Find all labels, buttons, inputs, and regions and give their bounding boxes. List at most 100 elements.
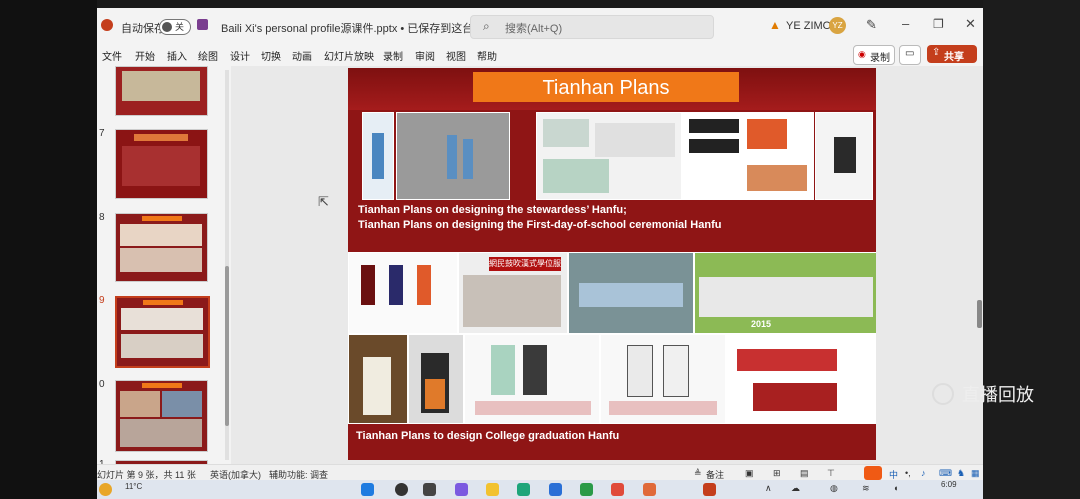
folder-icon[interactable] [486, 483, 499, 496]
slide-number: 8 [99, 212, 105, 223]
notes-icon: ≜ [694, 468, 702, 478]
share-label: 共享 [944, 52, 964, 63]
slide-sorter-icon[interactable]: ⊞ [773, 468, 781, 479]
tray-volume-icon[interactable]: ◖ [893, 483, 898, 493]
browser-icon[interactable] [580, 483, 593, 496]
newspaper-clipping: 網民鼓吹漢式學位服 [458, 252, 568, 334]
chrome-icon[interactable] [611, 483, 624, 496]
slide-thumbnail[interactable] [115, 380, 208, 452]
normal-view-icon[interactable]: ▣ [745, 468, 754, 479]
caption-stewardess: Tianhan Plans on designing the stewardes… [358, 204, 627, 216]
garment-shape [747, 165, 807, 191]
record-icon: ◉ [858, 49, 866, 59]
tab-design[interactable]: 设计 [230, 48, 250, 63]
microphone-icon[interactable]: ♪ [921, 468, 926, 478]
thumbnail-image [120, 419, 202, 447]
figure-shape [491, 345, 515, 395]
slide-editor: ⇱ Tianhan Plans Tianhan Plans on designi… [231, 66, 983, 464]
powerpoint-taskbar-icon[interactable] [703, 483, 716, 496]
slide-thumbnail[interactable] [115, 129, 208, 199]
reading-view-icon[interactable]: ▤ [800, 468, 809, 479]
search-icon: ⌕ [483, 19, 490, 33]
search-box[interactable]: ⌕ 搜索(Alt+Q) [470, 15, 714, 39]
comment-button[interactable]: ▭ [899, 45, 921, 65]
figure-shape [463, 139, 473, 179]
vertical-scrollbar-handle[interactable] [977, 300, 982, 328]
thumbnail-title [143, 300, 183, 305]
figure-shape [543, 119, 589, 147]
share-button[interactable]: ⇪ 共享 [927, 45, 977, 63]
store-icon[interactable] [549, 483, 562, 496]
file-title[interactable]: Baili Xi's personal profile源课件.pptx • 已保… [221, 20, 495, 36]
scrollbar-handle[interactable] [225, 266, 229, 426]
figure-shape [523, 345, 547, 395]
ribbon-tabs: 文件 开始 插入 绘图 设计 切换 动画 幻灯片放映 录制 审阅 视图 帮助 ◉… [97, 44, 983, 66]
ceremony-hall-photo [568, 252, 694, 334]
shirt-icon[interactable]: ♞ [957, 468, 965, 479]
hanfu-model-photo-2 [408, 334, 464, 424]
close-icon[interactable]: ✕ [965, 16, 976, 32]
tab-help[interactable]: 帮助 [477, 48, 497, 63]
weather-icon[interactable] [99, 483, 112, 496]
crowd-shape [699, 277, 873, 317]
thumbnail-image [120, 248, 202, 272]
avatar[interactable]: YZ [829, 17, 846, 34]
figure-shape [361, 265, 375, 305]
slide-thumbnail-selected[interactable] [115, 296, 210, 368]
group-photo-2015: 2015 [694, 252, 876, 334]
tab-view[interactable]: 视图 [446, 48, 466, 63]
title-bar: 自动保存 关 Baili Xi's personal profile源课件.pp… [97, 8, 983, 44]
tab-review[interactable]: 审阅 [415, 48, 435, 63]
user-name[interactable]: YE ZIMO [786, 20, 831, 32]
search-taskbar-icon[interactable] [395, 483, 408, 496]
device-frame-right [983, 0, 1080, 499]
keyboard-icon[interactable]: ⌨ [939, 468, 952, 479]
thumbnail-image [120, 391, 160, 417]
pen-icon[interactable]: ✎ [866, 17, 877, 33]
mouse-cursor-icon: ⇱ [318, 194, 329, 209]
app-icon[interactable] [643, 483, 656, 496]
save-icon[interactable] [197, 19, 208, 30]
tab-file[interactable]: 文件 [102, 48, 122, 63]
thumbnail-scrollbar[interactable] [225, 70, 229, 460]
current-slide[interactable]: Tianhan Plans Tianhan Plans on designing… [348, 68, 876, 460]
tab-transitions[interactable]: 切换 [261, 48, 281, 63]
record-button[interactable]: ◉ 录制 [853, 45, 895, 65]
figure-shape [363, 357, 391, 415]
chat-app-icon[interactable] [455, 483, 468, 496]
thumbnail-image [120, 224, 202, 246]
grid-icon[interactable]: ▦ [971, 468, 980, 479]
tray-chevron-icon[interactable]: ∧ [765, 483, 772, 494]
tab-insert[interactable]: 插入 [167, 48, 187, 63]
minimize-icon[interactable]: – [902, 16, 909, 31]
tab-animations[interactable]: 动画 [292, 48, 312, 63]
swatch-row [475, 401, 591, 415]
swatch-row [609, 401, 717, 415]
thumbnail-title [134, 134, 188, 141]
slide-thumbnail[interactable] [115, 66, 208, 116]
ime-punct-icon[interactable]: •, [905, 468, 911, 478]
slide-thumbnail[interactable] [115, 213, 208, 282]
tab-slideshow[interactable]: 幻灯片放映 [324, 48, 374, 63]
newspaper-body [463, 275, 561, 327]
tab-record[interactable]: 录制 [383, 48, 403, 63]
year-label: 2015 [751, 319, 772, 329]
tab-draw[interactable]: 绘图 [198, 48, 218, 63]
newspaper-headline-text: 網民鼓吹漢式學位服 [489, 259, 561, 268]
tray-wifi-icon[interactable]: ≋ [862, 483, 870, 494]
tray-cloud-icon[interactable]: ☁ [791, 483, 800, 494]
tab-home[interactable]: 开始 [135, 48, 155, 63]
presenter-icon[interactable]: ⊤ [827, 468, 835, 479]
clock[interactable]: 6:09 [941, 480, 957, 489]
slide-title-box: Tianhan Plans [473, 72, 739, 102]
taskview-icon[interactable] [423, 483, 436, 496]
tray-network-icon[interactable]: ◍ [830, 483, 838, 494]
graduation-design-chart-1 [464, 334, 600, 424]
edge-icon[interactable] [517, 483, 530, 496]
warning-icon[interactable]: ▲ [769, 18, 781, 32]
autosave-toggle[interactable]: 关 [159, 19, 191, 35]
ime-logo-icon[interactable] [864, 466, 882, 480]
figure-shape [663, 345, 689, 397]
start-icon[interactable] [361, 483, 374, 496]
restore-icon[interactable]: ❐ [933, 17, 944, 31]
